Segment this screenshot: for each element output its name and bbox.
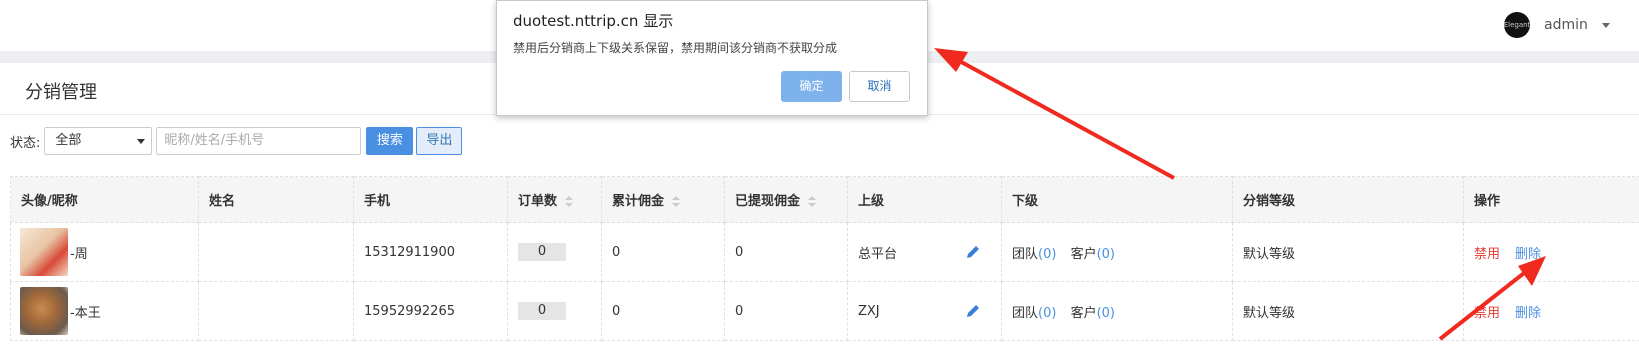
disable-button[interactable]: 禁用 — [1474, 247, 1500, 262]
search-input[interactable]: 昵称/姓名/手机号 — [156, 127, 362, 155]
header-avatar-nickname: 头像/昵称 — [10, 176, 199, 223]
cell-phone: 15312911900 — [353, 222, 508, 282]
parent-name: ZXJ — [858, 303, 880, 319]
delete-button[interactable]: 删除 — [1515, 306, 1541, 321]
search-button[interactable]: 搜索 — [366, 127, 414, 155]
sort-icon[interactable] — [672, 195, 681, 208]
export-button[interactable]: 导出 — [416, 127, 463, 155]
chevron-down-icon — [137, 139, 146, 144]
table-row: -本王 15952992265 0 0 0 ZXJ 团队(0) 客户(0) 默认… — [10, 281, 1639, 341]
cell-actions: 禁用 删除 — [1463, 281, 1639, 341]
filter-bar: 状态: 全部 昵称/姓名/手机号 搜索 导出 — [10, 127, 463, 155]
disable-button[interactable]: 禁用 — [1474, 306, 1500, 321]
user-menu[interactable]: Elegant admin — [1504, 12, 1610, 38]
team-label: 团队 — [1012, 305, 1039, 321]
cell-level: 默认等级 — [1232, 281, 1464, 341]
annotation-arrow-to-dialog — [934, 48, 1175, 180]
user-name: admin — [1544, 17, 1588, 33]
cell-orders: 0 — [507, 222, 602, 282]
team-label: 团队 — [1012, 246, 1039, 262]
dialog-ok-button[interactable]: 确定 — [781, 71, 842, 102]
user-avatar-image — [20, 228, 68, 276]
header-actions: 操作 — [1463, 176, 1639, 223]
status-select-value: 全部 — [55, 133, 82, 148]
nickname: -周 — [70, 246, 88, 262]
caret-down-icon — [1601, 22, 1610, 28]
user-avatar-image — [20, 287, 68, 335]
dialog-message: 禁用后分销商上下级关系保留，禁用期间该分销商不获取分成 — [513, 41, 838, 55]
header-commission[interactable]: 累计佣金 — [601, 176, 725, 223]
team-count-link[interactable]: (0) — [1038, 247, 1056, 262]
cell-commission: 0 — [601, 222, 725, 282]
sort-icon[interactable] — [565, 195, 574, 208]
header-children: 下级 — [1001, 176, 1233, 223]
header-parent: 上级 — [847, 176, 1002, 223]
order-count-badge: 0 — [518, 243, 566, 261]
cell-nickname: -周 — [10, 222, 199, 282]
cell-withdrawn: 0 — [724, 222, 848, 282]
nickname: -本王 — [70, 305, 101, 321]
header-level: 分销等级 — [1232, 176, 1464, 223]
customer-count-link[interactable]: (0) — [1097, 306, 1115, 321]
table-header-row: 头像/昵称 姓名 手机 订单数 累计佣金 已提现佣金 上级 下级 分销等级 操作 — [10, 176, 1639, 223]
sort-icon[interactable] — [808, 195, 817, 208]
cell-parent: ZXJ — [847, 281, 1002, 341]
cell-children: 团队(0) 客户(0) — [1001, 281, 1233, 341]
distributor-table: 头像/昵称 姓名 手机 订单数 累计佣金 已提现佣金 上级 下级 分销等级 操作… — [10, 176, 1639, 341]
cell-commission: 0 — [601, 281, 725, 341]
delete-button[interactable]: 删除 — [1515, 247, 1541, 262]
team-count-link[interactable]: (0) — [1038, 306, 1056, 321]
cell-name — [198, 222, 354, 282]
header-orders[interactable]: 订单数 — [507, 176, 602, 223]
avatar: Elegant — [1504, 12, 1530, 38]
cell-level: 默认等级 — [1232, 222, 1464, 282]
cell-withdrawn: 0 — [724, 281, 848, 341]
dialog-title: duotest.nttrip.cn 显示 — [513, 12, 674, 30]
pencil-icon[interactable] — [966, 245, 980, 259]
header-withdrawn[interactable]: 已提现佣金 — [724, 176, 848, 223]
customer-count-link[interactable]: (0) — [1097, 247, 1115, 262]
confirm-dialog: duotest.nttrip.cn 显示 禁用后分销商上下级关系保留，禁用期间该… — [496, 0, 928, 116]
cell-nickname: -本王 — [10, 281, 199, 341]
cell-actions: 禁用 删除 — [1463, 222, 1639, 282]
cell-orders: 0 — [507, 281, 602, 341]
cell-parent: 总平台 — [847, 222, 1002, 282]
pencil-icon[interactable] — [966, 304, 980, 318]
cell-name — [198, 281, 354, 341]
header-name: 姓名 — [198, 176, 354, 223]
cell-phone: 15952992265 — [353, 281, 508, 341]
table-row: -周 15312911900 0 0 0 总平台 团队(0) 客户(0) 默认等… — [10, 222, 1639, 282]
header-phone: 手机 — [353, 176, 508, 223]
page-title: 分销管理 — [25, 82, 97, 103]
dialog-cancel-button[interactable]: 取消 — [849, 71, 910, 102]
customer-label: 客户 — [1070, 305, 1097, 321]
status-select[interactable]: 全部 — [44, 127, 153, 155]
parent-name: 总平台 — [858, 246, 898, 262]
order-count-badge: 0 — [518, 302, 566, 320]
status-label: 状态: — [10, 135, 41, 151]
cell-children: 团队(0) 客户(0) — [1001, 222, 1233, 282]
customer-label: 客户 — [1070, 246, 1097, 262]
